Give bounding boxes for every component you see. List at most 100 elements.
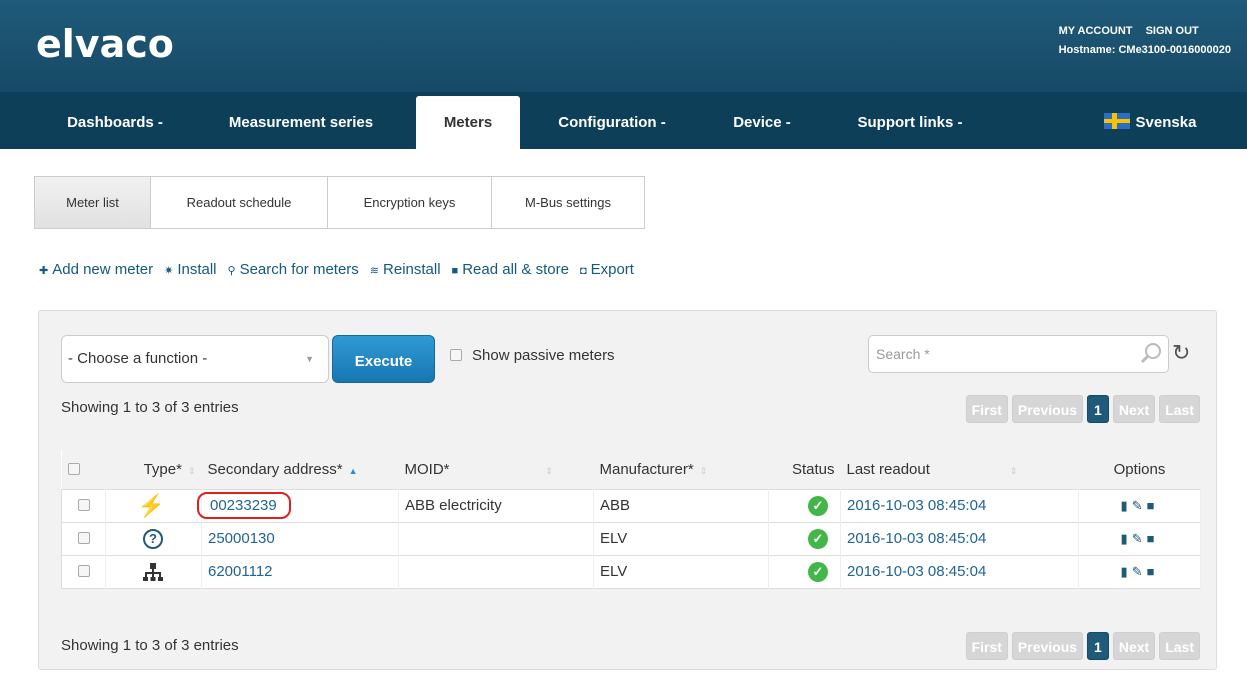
tab-encryption-keys[interactable]: Encryption keys xyxy=(328,177,492,228)
install-action[interactable]: ✷ Install xyxy=(164,261,216,278)
function-select[interactable]: - Choose a function - ▼ xyxy=(61,335,329,383)
options-header: Options xyxy=(1079,450,1201,489)
refresh-icon[interactable]: ↻ xyxy=(1172,341,1190,365)
status-cell: ✓ xyxy=(768,521,841,555)
search-input[interactable]: Search * xyxy=(868,335,1169,373)
reinstall-label: Reinstall xyxy=(383,261,441,278)
tab-mbus-settings[interactable]: M-Bus settings xyxy=(492,177,644,228)
export-action[interactable]: ◘ Export xyxy=(580,261,634,278)
tab-readout-schedule[interactable]: Readout schedule xyxy=(151,177,328,228)
manufacturer-cell: ELV xyxy=(593,521,769,555)
nav-measurement-series[interactable]: Measurement series xyxy=(196,92,406,149)
app-header: elvaco MY ACCOUNT SIGN OUT Hostname: CMe… xyxy=(0,0,1247,92)
passive-label: Show passive meters xyxy=(472,347,615,364)
nav-configuration[interactable]: Configuration - xyxy=(532,92,692,149)
page-last-button[interactable]: Last xyxy=(1159,395,1200,423)
secondary-address-link[interactable]: 62001112 xyxy=(208,563,273,580)
manufacturer-header[interactable]: Manufacturer* ⇕ xyxy=(594,450,769,489)
pagination-bottom: First Previous 1 Next Last xyxy=(965,632,1200,660)
moid-header[interactable]: MOID* ⇕ xyxy=(399,450,594,489)
tab-meter-list[interactable]: Meter list xyxy=(35,177,151,228)
status-cell: ✓ xyxy=(768,488,841,522)
page-first-button[interactable]: First xyxy=(965,395,1008,423)
last-readout-header-label: Last readout xyxy=(846,460,930,478)
last-readout-header[interactable]: Last readout ⇕ xyxy=(841,450,1079,489)
meters-table: Type* ⇕ Secondary address* ▲ MOID* ⇕ Manufa… xyxy=(61,450,1201,589)
nav-support-links[interactable]: Support links - xyxy=(830,92,990,149)
page-next-button[interactable]: Next xyxy=(1112,632,1156,660)
edit-icon[interactable]: ✎ xyxy=(1132,498,1147,513)
save-icon[interactable]: ■ xyxy=(1147,498,1159,513)
page-previous-button[interactable]: Previous xyxy=(1011,395,1084,423)
lightning-icon: ⚡ xyxy=(137,492,165,518)
type-header[interactable]: Type* ⇕ xyxy=(106,450,202,489)
page-1-button[interactable]: 1 xyxy=(1087,395,1109,423)
table-row[interactable]: ? 25000130 ELV ✓ 2016-10-03 08:45:04 ▮✎■ xyxy=(61,521,1201,555)
network-icon xyxy=(143,562,163,581)
secondary-address-cell: 25000130 xyxy=(201,521,399,555)
account-area: MY ACCOUNT SIGN OUT Hostname: CMe3100-00… xyxy=(1059,22,1231,60)
secondary-header-label: Secondary address* xyxy=(207,460,343,478)
edit-icon[interactable]: ✎ xyxy=(1132,564,1147,579)
language-switch[interactable]: Svenska xyxy=(1080,92,1220,149)
sort-icon: ⇕ xyxy=(1009,465,1018,476)
nav-device[interactable]: Device - xyxy=(712,92,812,149)
save-icon[interactable]: ■ xyxy=(1147,531,1159,546)
save-icon[interactable]: ■ xyxy=(1147,564,1159,579)
nav-dashboards[interactable]: Dashboards - xyxy=(40,92,190,149)
table-row[interactable]: 62001112 ELV ✓ 2016-10-03 08:45:04 ▮✎■ xyxy=(61,554,1201,588)
last-readout-cell: 2016-10-03 08:45:04 xyxy=(840,488,1079,522)
execute-button[interactable]: Execute xyxy=(332,335,435,383)
sign-out-link[interactable]: SIGN OUT xyxy=(1146,25,1199,37)
row-select[interactable] xyxy=(61,488,106,522)
table-row[interactable]: ⚡ 00233239 ABB electricity ABB ✓ 2016-10… xyxy=(61,488,1201,522)
moid-cell xyxy=(398,521,594,555)
read-all-store-action[interactable]: ■ Read all & store xyxy=(452,261,569,278)
secondary-address-link[interactable]: 00233239 xyxy=(197,492,291,519)
entries-info-top: Showing 1 to 3 of 3 entries xyxy=(61,399,239,416)
export-icon: ◘ xyxy=(579,265,587,277)
passive-checkbox[interactable] xyxy=(450,349,462,361)
search-meters-action[interactable]: ⚲ Search for meters xyxy=(228,261,359,278)
edit-icon[interactable]: ✎ xyxy=(1132,531,1147,546)
my-account-link[interactable]: MY ACCOUNT xyxy=(1059,25,1133,37)
sort-icon: ⇕ xyxy=(699,465,708,476)
status-header[interactable]: Status xyxy=(769,450,841,489)
plus-circle-icon: ✚ xyxy=(39,265,49,277)
nav-meters[interactable]: Meters xyxy=(416,96,520,149)
row-select[interactable] xyxy=(61,554,106,588)
delete-icon[interactable]: ▮ xyxy=(1121,498,1132,513)
reinstall-action[interactable]: ≋ Reinstall xyxy=(370,261,441,278)
select-all-header[interactable] xyxy=(62,450,106,489)
row-select[interactable] xyxy=(61,521,106,555)
delete-icon[interactable]: ▮ xyxy=(1121,531,1132,546)
secondary-address-header[interactable]: Secondary address* ▲ xyxy=(202,450,399,489)
type-cell: ? xyxy=(105,521,202,555)
language-label: Svenska xyxy=(1135,114,1197,131)
sort-icon: ⇕ xyxy=(545,465,554,476)
check-circle-icon: ✓ xyxy=(808,528,828,549)
row-checkbox[interactable] xyxy=(77,565,90,577)
page-1-button[interactable]: 1 xyxy=(1087,632,1109,660)
page-next-button[interactable]: Next xyxy=(1112,395,1156,423)
search-placeholder: Search * xyxy=(876,346,930,362)
elvaco-logo[interactable]: elvaco xyxy=(36,22,174,66)
hostname-label: Hostname: CMe3100-0016000020 xyxy=(1058,44,1231,56)
page-last-button[interactable]: Last xyxy=(1159,632,1200,660)
secondary-address-link[interactable]: 25000130 xyxy=(208,530,275,547)
add-meter-action[interactable]: ✚ Add new meter xyxy=(39,261,153,278)
page-first-button[interactable]: First xyxy=(965,632,1008,660)
page-previous-button[interactable]: Previous xyxy=(1011,632,1084,660)
options-cell: ▮✎■ xyxy=(1078,554,1201,588)
secondary-address-cell: 62001112 xyxy=(201,554,399,588)
select-all-checkbox[interactable] xyxy=(67,462,80,475)
type-cell: ⚡ xyxy=(105,488,202,522)
row-checkbox[interactable] xyxy=(77,532,90,544)
manufacturer-header-label: Manufacturer* xyxy=(599,460,694,478)
signal-icon: ≋ xyxy=(369,265,380,277)
delete-icon[interactable]: ▮ xyxy=(1121,564,1132,579)
show-passive-toggle[interactable]: Show passive meters xyxy=(450,347,615,364)
check-circle-icon: ✓ xyxy=(808,495,828,516)
row-checkbox[interactable] xyxy=(77,499,90,511)
search-meters-label: Search for meters xyxy=(239,261,359,278)
